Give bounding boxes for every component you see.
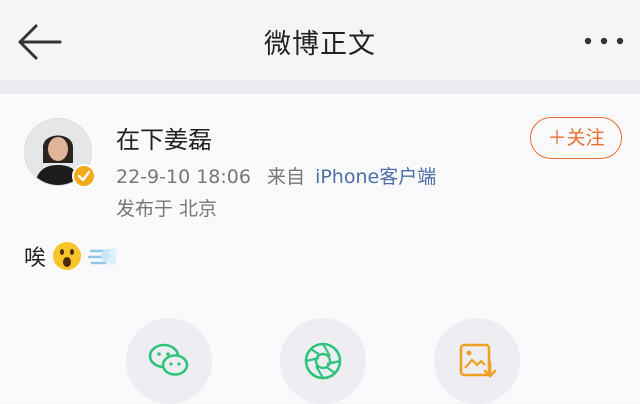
source-prefix: 来自 bbox=[267, 166, 306, 188]
moments-shutter-icon bbox=[304, 342, 342, 380]
top-bar: 微博正文 bbox=[0, 0, 640, 81]
post-time: 22-9-10 18:06 bbox=[116, 166, 251, 188]
author-avatar[interactable] bbox=[24, 118, 96, 190]
more-button[interactable] bbox=[582, 26, 626, 56]
follow-button[interactable]: ＋关注 bbox=[530, 117, 622, 159]
verified-badge bbox=[72, 164, 96, 188]
more-dots-icon bbox=[584, 37, 624, 45]
check-icon bbox=[77, 170, 91, 182]
dash-emoji bbox=[88, 248, 118, 266]
author-name[interactable]: 在下姜磊 bbox=[116, 120, 212, 155]
post-location: 发布于 北京 bbox=[116, 198, 218, 220]
save-image-icon bbox=[459, 343, 497, 378]
save-image-button[interactable] bbox=[434, 318, 520, 404]
post-text: 唉 bbox=[24, 246, 47, 271]
page-title: 微博正文 bbox=[264, 29, 376, 60]
share-moments-button[interactable] bbox=[280, 318, 366, 404]
post-content: 唉 bbox=[24, 240, 118, 272]
wechat-icon bbox=[148, 343, 189, 376]
share-wechat-button[interactable] bbox=[126, 318, 212, 404]
post-source[interactable]: iPhone客户端 bbox=[315, 166, 436, 188]
surprised-face-emoji bbox=[53, 242, 82, 270]
post-meta: 22-9-10 18:06 来自 iPhone客户端 bbox=[116, 162, 436, 189]
section-divider bbox=[0, 81, 640, 94]
